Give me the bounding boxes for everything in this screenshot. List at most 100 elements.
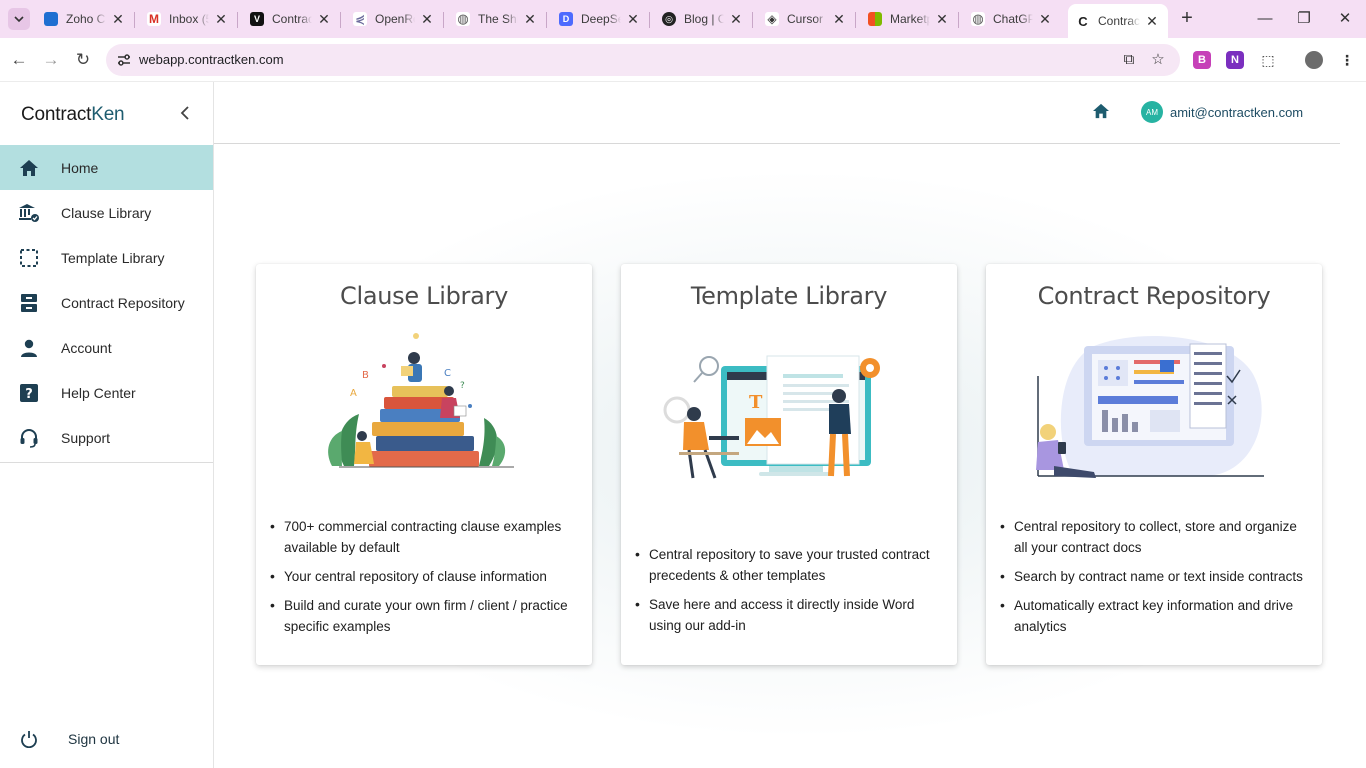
person-icon bbox=[18, 337, 40, 359]
close-icon[interactable]: ✕ bbox=[419, 11, 435, 28]
tab-title: Inbox (5 bbox=[169, 12, 209, 26]
zoho-calendar-icon bbox=[44, 12, 58, 26]
repository-dashboard-illustration bbox=[1036, 336, 1264, 478]
close-icon[interactable]: ✕ bbox=[934, 11, 950, 28]
sidebar-item-account[interactable]: Account bbox=[0, 325, 213, 370]
template-library-card[interactable]: Template Library T • Central repository … bbox=[621, 264, 957, 665]
sidebar-item-label: Contract Repository bbox=[61, 294, 185, 311]
collapse-sidebar-icon[interactable] bbox=[180, 104, 196, 124]
onenote-icon[interactable]: N bbox=[1226, 51, 1244, 69]
close-icon[interactable]: ✕ bbox=[110, 11, 126, 28]
user-menu[interactable]: AM amit@contractken.com bbox=[1141, 101, 1303, 123]
contract-repository-card[interactable]: Contract Repository • Central repository… bbox=[986, 264, 1322, 665]
browser-tab[interactable]: V Contract ✕ bbox=[242, 4, 341, 34]
svg-text:C: C bbox=[444, 368, 451, 379]
header-home-icon[interactable] bbox=[1092, 103, 1112, 123]
user-email: amit@contractken.com bbox=[1170, 104, 1304, 120]
sidebar-item-template-library[interactable]: Template Library bbox=[0, 235, 213, 280]
gmail-icon: M bbox=[147, 12, 161, 26]
sidebar-item-home[interactable]: Home bbox=[0, 145, 213, 190]
headset-icon bbox=[18, 427, 40, 449]
blog-icon: ◎ bbox=[662, 12, 676, 26]
address-bar[interactable]: webapp.contractken.com ⧉ ☆ bbox=[106, 44, 1180, 76]
browser-tab[interactable]: ⋞ OpenRo ✕ bbox=[345, 4, 444, 34]
more-menu-icon[interactable]: ⋮ bbox=[1338, 51, 1356, 69]
list-item: Build and curate your own firm / client … bbox=[270, 595, 574, 637]
sign-out-button[interactable]: Sign out bbox=[18, 728, 119, 750]
list-item: Central repository to save your trusted … bbox=[635, 544, 939, 586]
tab-title: Contract bbox=[1098, 14, 1140, 28]
app-logo[interactable]: ContractKen bbox=[21, 104, 125, 126]
profile-avatar[interactable] bbox=[1305, 51, 1323, 69]
list-item: Central repository to collect, store and… bbox=[1000, 516, 1304, 558]
browser-tab[interactable]: ◍ The Shif ✕ bbox=[448, 4, 547, 34]
close-icon[interactable]: ✕ bbox=[522, 11, 538, 28]
card-bullets: 700+ commercial contracting clause examp… bbox=[270, 516, 574, 645]
sidebar-item-help-center[interactable]: ? Help Center bbox=[0, 370, 213, 415]
close-icon[interactable]: ✕ bbox=[1144, 13, 1160, 30]
close-icon[interactable]: ✕ bbox=[213, 11, 229, 28]
card-title: Contract Repository bbox=[1037, 282, 1271, 310]
browser-toolbar: ← → ↻ webapp.contractken.com ⧉ ☆ B N ⬚ ⋮ bbox=[0, 38, 1366, 82]
bookmark-star-icon[interactable]: ☆ bbox=[1149, 51, 1167, 69]
tab-search-button[interactable] bbox=[8, 8, 30, 30]
sidebar-item-label: Account bbox=[61, 339, 112, 356]
sidebar-item-clause-library[interactable]: Clause Library bbox=[0, 190, 213, 235]
site-settings-icon[interactable] bbox=[116, 52, 132, 68]
browser-tabstrip: Zoho Cal ✕ M Inbox (5 ✕ V Contract ✕ ⋞ O… bbox=[0, 0, 1366, 38]
forward-arrow-icon[interactable]: → bbox=[40, 49, 62, 71]
close-icon[interactable]: ✕ bbox=[728, 11, 744, 28]
extension-icon[interactable]: B bbox=[1193, 51, 1211, 69]
back-arrow-icon[interactable]: ← bbox=[8, 49, 30, 71]
reload-icon[interactable]: ↻ bbox=[72, 49, 94, 71]
new-tab-button[interactable]: + bbox=[1176, 8, 1198, 30]
browser-tab-active[interactable]: C Contract ✕ bbox=[1068, 4, 1168, 38]
browser-tab[interactable]: Zoho Cal ✕ bbox=[36, 4, 135, 34]
deepseek-icon: D bbox=[559, 12, 573, 26]
sidebar-item-label: Template Library bbox=[61, 249, 165, 266]
help-icon: ? bbox=[18, 382, 40, 404]
sidebar-item-label: Clause Library bbox=[61, 204, 152, 221]
list-item: Search by contract name or text inside c… bbox=[1000, 566, 1304, 587]
sidebar-item-support[interactable]: Support bbox=[0, 415, 213, 460]
cursor-icon: ◈ bbox=[765, 12, 779, 26]
close-icon[interactable]: ✕ bbox=[625, 11, 641, 28]
sidebar-item-label: Home bbox=[61, 159, 99, 176]
contract-app-icon: V bbox=[250, 12, 264, 26]
svg-text:?: ? bbox=[25, 387, 33, 402]
app-header: AM amit@contractken.com bbox=[214, 82, 1340, 144]
browser-tab[interactable]: ◈ Cursor - ✕ bbox=[757, 4, 856, 34]
sidebar-divider bbox=[0, 462, 213, 463]
tab-title: Blog | Cu bbox=[684, 12, 724, 26]
restore-icon[interactable]: ❐ bbox=[1293, 8, 1315, 30]
window-close-icon[interactable]: ✕ bbox=[1334, 8, 1356, 30]
clause-library-card[interactable]: Clause Library B C A ? • 700+ commercial… bbox=[256, 264, 592, 665]
tab-title: OpenRo bbox=[375, 12, 415, 26]
browser-tab[interactable]: D DeepSe ✕ bbox=[551, 4, 650, 34]
openrouter-icon: ⋞ bbox=[353, 12, 367, 26]
install-app-icon[interactable]: ⧉ bbox=[1120, 51, 1138, 69]
chevron-down-icon bbox=[14, 16, 24, 23]
sidebar-item-contract-repository[interactable]: Contract Repository bbox=[0, 280, 213, 325]
tab-title: Cursor - bbox=[787, 12, 827, 26]
svg-text:B: B bbox=[362, 370, 369, 381]
list-item: Save here and access it directly inside … bbox=[635, 594, 939, 636]
chatgpt-icon: ◍ bbox=[971, 11, 985, 26]
tab-title: The Shif bbox=[478, 12, 518, 26]
close-icon[interactable]: ✕ bbox=[1037, 11, 1053, 28]
minimize-icon[interactable]: — bbox=[1254, 8, 1276, 30]
power-icon bbox=[18, 728, 40, 750]
puzzle-icon[interactable]: ⬚ bbox=[1259, 51, 1277, 69]
sidebar-item-label: Help Center bbox=[61, 384, 136, 401]
browser-tab[interactable]: M Inbox (5 ✕ bbox=[139, 4, 238, 34]
close-icon[interactable]: ✕ bbox=[831, 11, 847, 28]
bank-icon bbox=[18, 202, 40, 224]
close-icon[interactable]: ✕ bbox=[316, 11, 332, 28]
dashed-square-icon bbox=[18, 247, 40, 269]
browser-tab[interactable]: ◍ ChatGPT ✕ bbox=[963, 4, 1061, 34]
sidebar-nav: Home Clause Library Template Library Con… bbox=[0, 145, 213, 460]
browser-tab[interactable]: Marketp ✕ bbox=[860, 4, 959, 34]
card-bullets: Central repository to save your trusted … bbox=[635, 544, 939, 644]
browser-tab[interactable]: ◎ Blog | Cu ✕ bbox=[654, 4, 753, 34]
tab-title: Contract bbox=[272, 12, 312, 26]
